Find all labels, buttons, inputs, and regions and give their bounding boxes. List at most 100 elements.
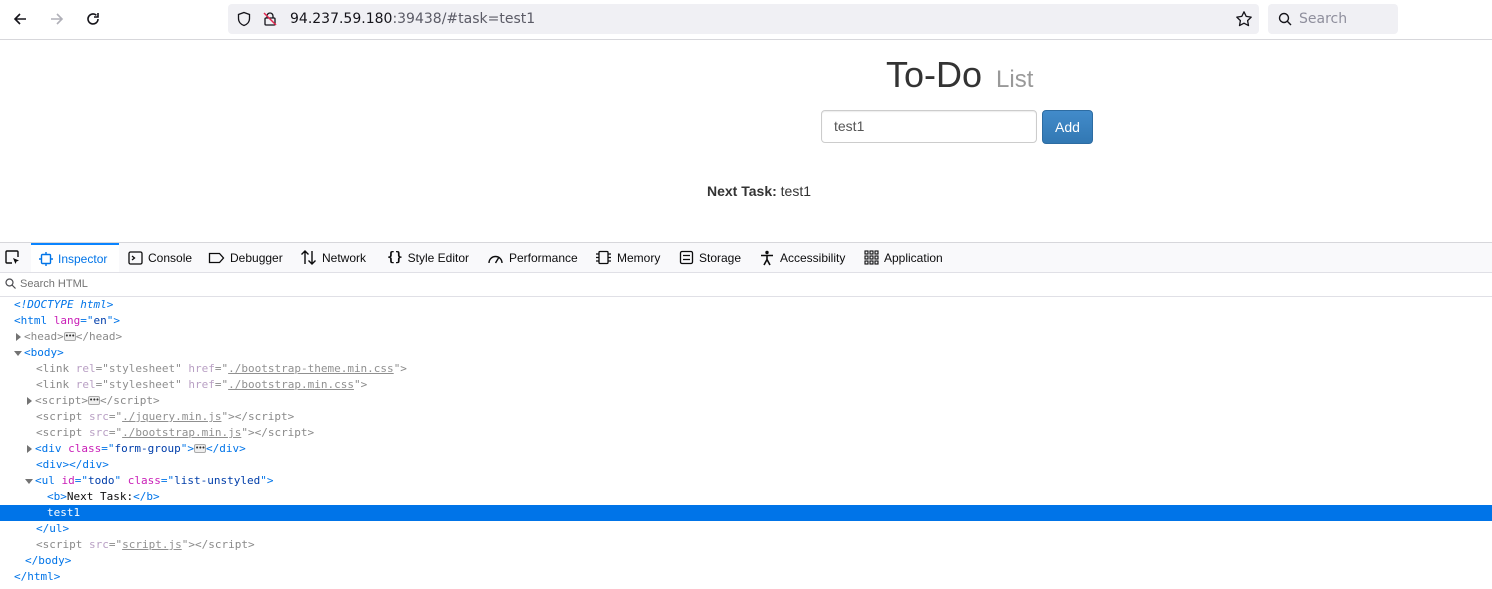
html-search-bar[interactable]: Search HTML xyxy=(0,273,1492,297)
tree-node-div[interactable]: <div class="form-group"></div> xyxy=(0,440,1492,457)
doctype-text: <!DOCTYPE html> xyxy=(14,298,114,311)
tab-network[interactable]: Network xyxy=(300,243,366,272)
tab-performance[interactable]: Performance xyxy=(487,243,578,272)
insecure-lock-icon[interactable] xyxy=(262,11,278,27)
href-link[interactable]: ./bootstrap-theme.min.css xyxy=(228,362,394,375)
url-path: :39438/#task=test1 xyxy=(392,11,536,27)
arrow-right-icon xyxy=(51,13,64,25)
tag-name: html xyxy=(20,314,48,327)
expand-arrow-icon[interactable] xyxy=(27,445,32,453)
network-icon xyxy=(300,250,317,265)
tab-label: Debugger xyxy=(230,250,283,265)
star-icon[interactable] xyxy=(1235,10,1253,28)
tree-node-body[interactable]: <body> xyxy=(0,345,1492,361)
tree-node-html[interactable]: <html lang="en"> xyxy=(0,313,1492,329)
accessibility-icon xyxy=(759,250,775,266)
collapse-arrow-icon[interactable] xyxy=(25,478,33,484)
tree-node-html-close[interactable]: </html> xyxy=(0,569,1492,585)
tab-console[interactable]: Console xyxy=(128,243,192,272)
src-link[interactable]: ./jquery.min.js xyxy=(122,410,221,423)
tag-name: head xyxy=(89,330,116,343)
next-task-label: Next Task: xyxy=(707,183,777,199)
tab-label: Style Editor xyxy=(407,250,470,265)
url-host: 94.237.59.180 xyxy=(290,11,393,27)
tab-label: Inspector xyxy=(58,251,108,266)
tree-node-head[interactable]: <head></head> xyxy=(0,328,1492,345)
expand-arrow-icon[interactable] xyxy=(27,397,32,405)
tab-accessibility[interactable]: Accessibility xyxy=(759,243,845,272)
tab-label: Console xyxy=(148,250,193,265)
collapse-arrow-icon[interactable] xyxy=(14,350,22,356)
tab-label: Network xyxy=(322,250,367,265)
inspector-icon xyxy=(39,251,53,266)
src-link[interactable]: ./bootstrap.min.js xyxy=(122,426,241,439)
href-link[interactable]: ./bootstrap.min.css xyxy=(228,378,354,391)
tree-node-script[interactable]: <script src="./jquery.min.js"></script> xyxy=(0,409,1492,425)
search-icon xyxy=(1278,12,1292,26)
page-title: To-Do List xyxy=(886,54,1033,96)
console-icon xyxy=(128,250,143,265)
search-icon xyxy=(5,278,16,289)
braces-icon: {} xyxy=(387,250,403,265)
text-node: test1 xyxy=(47,506,81,519)
tab-label: Application xyxy=(884,250,943,265)
reload-button[interactable] xyxy=(80,6,106,32)
tag-name: head xyxy=(30,330,58,343)
tab-inspector[interactable]: Inspector xyxy=(31,243,119,272)
ellipsis-icon[interactable] xyxy=(87,392,100,408)
tree-node-ul[interactable]: <ul id="todo" class="list-unstyled"> xyxy=(0,473,1492,489)
tree-node-script[interactable]: <script src="script.js"></script> xyxy=(0,537,1492,553)
gauge-icon xyxy=(487,251,504,265)
tree-node-body-close[interactable]: </body> xyxy=(0,553,1492,569)
attr-value: en xyxy=(93,314,107,327)
memory-chip-icon xyxy=(595,250,612,265)
tab-storage[interactable]: Storage xyxy=(679,243,741,272)
page-content: To-Do List test1 Add Next Task: test1 xyxy=(0,40,1492,242)
tab-style-editor[interactable]: {} Style Editor xyxy=(387,243,469,272)
title-main: To-Do xyxy=(886,54,983,95)
next-task-value: test1 xyxy=(780,183,812,199)
tree-node-link[interactable]: <link rel="stylesheet" href="./bootstrap… xyxy=(0,377,1492,393)
html-search-placeholder: Search HTML xyxy=(20,278,88,290)
src-link[interactable]: script.js xyxy=(122,538,182,551)
tab-label: Accessibility xyxy=(780,250,846,265)
tag-name: body xyxy=(30,346,58,359)
tab-application[interactable]: Application xyxy=(864,243,943,272)
attr-value: todo xyxy=(88,474,115,487)
tree-node-script[interactable]: <script></script> xyxy=(0,392,1492,409)
grid-icon xyxy=(864,250,879,265)
shield-icon[interactable] xyxy=(236,11,252,27)
ellipsis-icon[interactable] xyxy=(193,440,206,456)
element-picker-icon[interactable] xyxy=(4,249,21,266)
back-button[interactable] xyxy=(7,6,33,32)
tab-debugger[interactable]: Debugger xyxy=(208,243,283,272)
tree-node-div[interactable]: <div></div> xyxy=(0,457,1492,473)
tree-node-ul-close[interactable]: </ul> xyxy=(0,521,1492,537)
task-input[interactable]: test1 xyxy=(821,110,1037,143)
expand-arrow-icon[interactable] xyxy=(16,333,21,341)
tab-memory[interactable]: Memory xyxy=(595,243,660,272)
attr-value: list-unstyled xyxy=(174,474,261,487)
browser-search-box[interactable]: Search xyxy=(1268,4,1398,34)
tree-node-script[interactable]: <script src="./bootstrap.min.js"></scrip… xyxy=(0,425,1492,441)
tree-node-b[interactable]: <b>Next Task:</b> xyxy=(0,489,1492,505)
tree-node-text-selected[interactable]: test1 xyxy=(0,505,1492,521)
ellipsis-icon[interactable] xyxy=(63,328,76,344)
url-text[interactable]: 94.237.59.180:39438/#task=test1 xyxy=(290,11,535,27)
title-small: List xyxy=(996,66,1034,93)
storage-icon xyxy=(679,250,694,265)
tab-label: Memory xyxy=(617,250,661,265)
next-task: Next Task: test1 xyxy=(707,183,811,199)
tree-node-link[interactable]: <link rel="stylesheet" href="./bootstrap… xyxy=(0,361,1492,377)
add-button[interactable]: Add xyxy=(1042,110,1093,144)
url-bar[interactable]: 94.237.59.180:39438/#task=test1 xyxy=(228,4,1259,34)
arrow-left-icon xyxy=(13,13,26,25)
tab-label: Performance xyxy=(509,250,578,265)
tree-node-doctype[interactable]: <!DOCTYPE html> xyxy=(0,297,1492,313)
devtools-panel: Inspector Console Debugger Network {} St… xyxy=(0,242,1492,589)
forward-button[interactable] xyxy=(44,6,70,32)
text-node: Next Task: xyxy=(66,490,134,503)
search-placeholder: Search xyxy=(1299,11,1348,27)
attr-name: lang xyxy=(53,314,81,327)
tab-label: Storage xyxy=(699,250,742,265)
